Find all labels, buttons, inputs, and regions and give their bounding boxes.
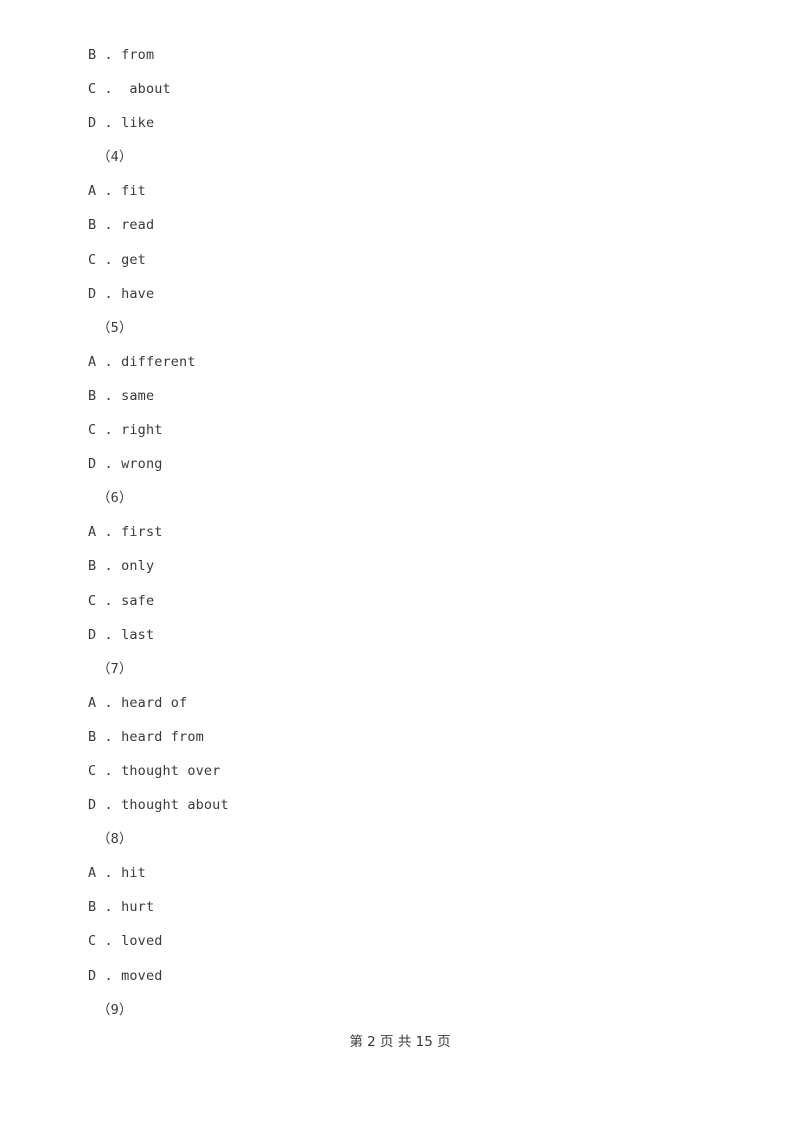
- answer-option: C . get: [88, 251, 146, 268]
- answer-option: D . thought about: [88, 797, 229, 814]
- answer-option: D . moved: [88, 967, 163, 984]
- answer-option: C . right: [88, 422, 163, 439]
- question-number: （8）: [97, 831, 133, 848]
- document-page: B . from C . about D . like （4） A . fit B . r…: [0, 0, 800, 1132]
- answer-option: D . last: [88, 626, 155, 643]
- answer-option: B . same: [88, 387, 155, 404]
- question-number: （6）: [97, 490, 133, 507]
- answer-option: B . only: [88, 558, 155, 575]
- question-number: （4）: [97, 149, 133, 166]
- answer-option: D . wrong: [88, 456, 163, 473]
- question-number: （7）: [97, 660, 133, 677]
- answer-options-list: B . from C . about D . like （4） A . fit B . r…: [88, 38, 708, 1027]
- answer-option: D . like: [88, 115, 155, 132]
- answer-option: C . about: [88, 81, 171, 98]
- answer-option: C . thought over: [88, 762, 221, 779]
- question-number: （5）: [97, 319, 133, 336]
- answer-option: B . from: [88, 47, 155, 63]
- answer-option: B . read: [88, 217, 155, 234]
- answer-option: A . fit: [88, 183, 146, 200]
- answer-option: D . have: [88, 285, 155, 302]
- answer-option: C . safe: [88, 592, 155, 609]
- answer-option: A . different: [88, 353, 196, 370]
- question-number: （9）: [97, 1001, 133, 1018]
- answer-option: C . loved: [88, 933, 163, 950]
- answer-option: A . hit: [88, 865, 146, 882]
- answer-option: B . hurt: [88, 899, 155, 916]
- answer-option: B . heard from: [88, 728, 204, 745]
- answer-option: A . heard of: [88, 694, 188, 711]
- page-footer: 第 2 页 共 15 页: [349, 1034, 451, 1050]
- answer-option: A . first: [88, 524, 163, 541]
